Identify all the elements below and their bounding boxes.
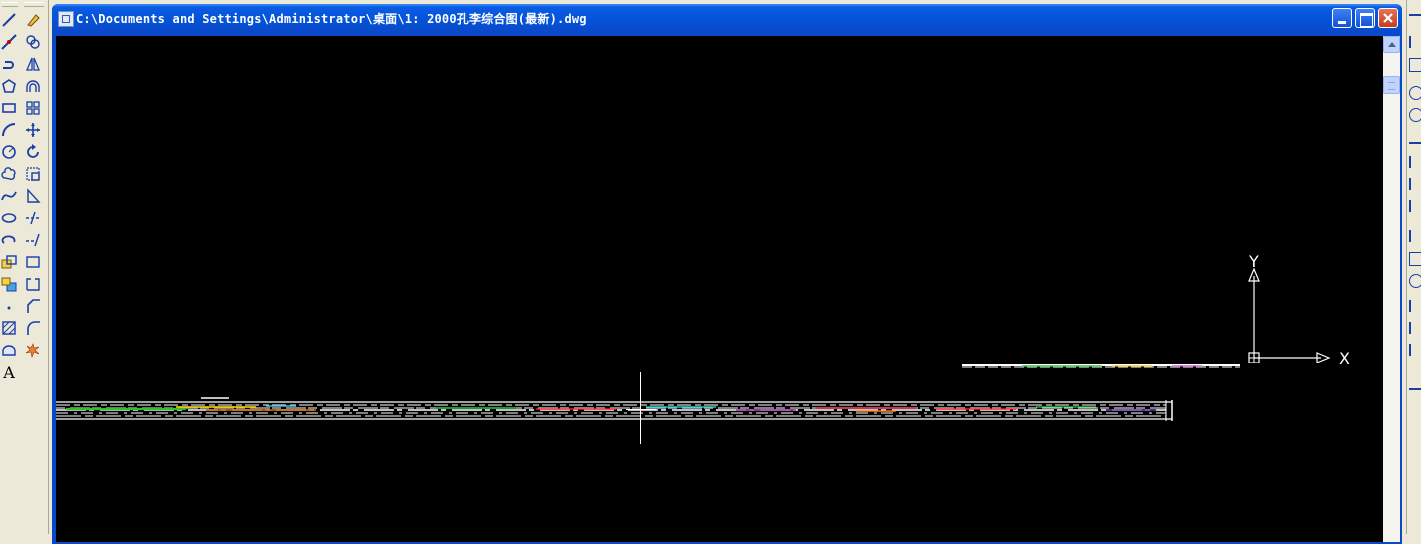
window-frame: Y X <box>52 32 1402 544</box>
erase-icon[interactable] <box>24 11 42 29</box>
dimension-diameter-icon[interactable] <box>1409 108 1421 122</box>
fillet-icon[interactable] <box>24 319 42 337</box>
break-icon[interactable] <box>24 275 42 293</box>
dimension-linear-icon[interactable] <box>1409 14 1421 28</box>
scale-icon[interactable] <box>24 165 42 183</box>
drawing-document-icon[interactable] <box>58 11 74 27</box>
draw-toolbar-grip[interactable] <box>2 2 18 7</box>
circle-icon[interactable] <box>0 143 18 161</box>
ellipse-icon[interactable] <box>0 209 18 227</box>
make-block-icon[interactable] <box>0 275 18 293</box>
spline-icon[interactable] <box>0 187 18 205</box>
close-button[interactable] <box>1378 8 1398 28</box>
construction-line-icon[interactable] <box>0 33 18 51</box>
point-icon[interactable] <box>0 297 18 315</box>
stretch-icon[interactable] <box>24 187 42 205</box>
close-icon <box>1383 13 1393 23</box>
polyline-icon[interactable] <box>0 55 18 73</box>
ellipse-arc-icon[interactable] <box>0 231 18 249</box>
insert-block-icon[interactable] <box>0 253 18 271</box>
window-title: C:\Documents and Settings\Administrator\… <box>76 12 587 26</box>
maximize-button[interactable] <box>1355 8 1375 28</box>
dimension-angular-icon[interactable] <box>1409 130 1421 144</box>
arc-icon[interactable] <box>0 121 18 139</box>
modify-toolbar-grip[interactable] <box>24 2 44 7</box>
scroll-up-button[interactable] <box>1383 36 1400 53</box>
array-icon[interactable] <box>24 99 42 117</box>
dimension-aligned-icon[interactable] <box>1409 36 1421 48</box>
tolerance-icon[interactable] <box>1409 252 1421 266</box>
ucs-icon: Y X <box>1241 254 1361 367</box>
ucs-y-label: Y <box>1249 252 1259 271</box>
dimension-baseline-icon[interactable] <box>1409 178 1421 190</box>
minimize-button[interactable] <box>1332 8 1352 28</box>
crosshair-cursor-horizontal <box>626 409 656 410</box>
drawing-linework-secondary[interactable] <box>962 363 1242 371</box>
dimension-update-icon[interactable] <box>1409 344 1421 356</box>
quick-dimension-icon[interactable] <box>1409 156 1421 168</box>
trim-icon[interactable] <box>24 209 42 227</box>
title-bar[interactable]: C:\Documents and Settings\Administrator\… <box>52 4 1402 32</box>
center-mark-icon[interactable] <box>1409 274 1421 288</box>
copy-object-icon[interactable] <box>24 33 42 51</box>
rectangle-icon[interactable] <box>0 99 18 117</box>
drawing-linework[interactable] <box>56 400 1176 422</box>
explode-icon[interactable] <box>24 341 42 359</box>
dimension-ordinate-icon[interactable] <box>1409 58 1421 72</box>
mirror-icon[interactable] <box>24 55 42 73</box>
dimension-text-edit-icon[interactable] <box>1409 322 1421 334</box>
offset-icon[interactable] <box>24 77 42 95</box>
rotate-icon[interactable] <box>24 143 42 161</box>
right-toolbar <box>1406 0 1421 534</box>
move-icon[interactable] <box>24 121 42 139</box>
chamfer-icon[interactable] <box>24 297 42 315</box>
dimension-style-icon[interactable] <box>1409 376 1421 390</box>
line-tool-icon[interactable] <box>0 11 18 29</box>
model-space-canvas[interactable]: Y X <box>56 36 1383 542</box>
vertical-scrollbar[interactable] <box>1383 36 1400 542</box>
quick-leader-icon[interactable] <box>1409 230 1421 242</box>
extend-icon[interactable] <box>24 231 42 249</box>
drawing-text-mark <box>201 397 229 399</box>
revision-cloud-icon[interactable] <box>0 165 18 183</box>
multiline-text-tool[interactable]: A <box>0 363 18 382</box>
left-toolbar: A <box>0 0 49 534</box>
polygon-icon[interactable] <box>0 77 18 95</box>
ucs-x-label: X <box>1339 349 1350 368</box>
region-icon[interactable] <box>0 341 18 359</box>
crosshair-cursor-vertical <box>640 372 641 444</box>
dimension-continue-icon[interactable] <box>1409 200 1421 212</box>
scroll-thumb[interactable] <box>1383 76 1400 94</box>
drawing-window: C:\Documents and Settings\Administrator\… <box>52 4 1402 544</box>
break-at-point-icon[interactable] <box>24 253 42 271</box>
dimension-edit-icon[interactable] <box>1409 300 1421 312</box>
hatch-icon[interactable] <box>0 319 18 337</box>
dimension-radius-icon[interactable] <box>1409 86 1421 100</box>
